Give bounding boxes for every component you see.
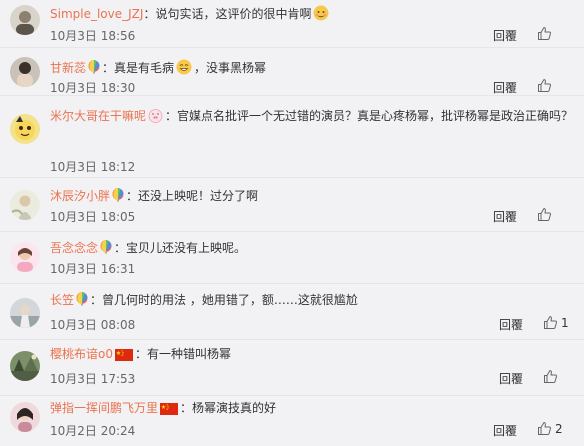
comment-content: 弹指一挥间鹏飞万里 ：杨幂演技真的好 bbox=[50, 398, 576, 421]
comment-text: ：说句实话，这评价的很中肯啊 bbox=[143, 7, 312, 21]
like-button[interactable]: 1 bbox=[543, 315, 569, 330]
comment-time: 10月3日 18:12 bbox=[50, 160, 136, 174]
username-link[interactable]: Simple_love_JZJ bbox=[50, 7, 143, 21]
comment-content: 樱桃布谙o0 ：有一种错叫杨幂 bbox=[50, 344, 576, 367]
comment-time: 10月3日 18:05 bbox=[50, 210, 136, 224]
comment-item: 沐辰汐小胖 ：还没上映呢！过分了啊 10月3日 18:05 回覆 bbox=[0, 178, 584, 232]
rainbow-balloon-icon bbox=[112, 188, 124, 209]
avatar[interactable] bbox=[10, 114, 40, 144]
like-button[interactable]: 2 bbox=[537, 421, 563, 436]
avatar[interactable] bbox=[10, 57, 40, 87]
username-link[interactable]: 沐辰汐小胖 bbox=[50, 189, 110, 203]
avatar[interactable] bbox=[10, 351, 40, 381]
reply-button[interactable]: 回覆 bbox=[493, 79, 517, 96]
avatar[interactable] bbox=[10, 242, 40, 272]
avatar[interactable] bbox=[10, 298, 40, 328]
comment-time: 10月3日 08:08 bbox=[50, 318, 136, 332]
like-button[interactable] bbox=[537, 78, 555, 93]
comment-content: 沐辰汐小胖 ：还没上映呢！过分了啊 bbox=[50, 186, 576, 209]
thumbs-up-icon bbox=[544, 316, 557, 329]
avatar[interactable] bbox=[10, 190, 40, 220]
like-count: 2 bbox=[555, 422, 563, 436]
comment-text: ：杨幂演技真的好 bbox=[180, 401, 277, 415]
comment-text: ：曾几何时的用法 ，她用错了，额……这就很尴尬 bbox=[90, 293, 358, 307]
like-button[interactable] bbox=[537, 207, 555, 222]
comment-item: 弹指一挥间鹏飞万里 ：杨幂演技真的好 10月2日 20:24 回覆 2 bbox=[0, 396, 584, 446]
username-link[interactable]: 樱桃布谙o0 bbox=[50, 347, 113, 361]
comment-content: Simple_love_JZJ：说句实话，这评价的很中肯啊 bbox=[50, 4, 576, 27]
comment-time: 10月3日 17:53 bbox=[50, 372, 136, 386]
avatar[interactable] bbox=[10, 402, 40, 432]
comment-text: ：官媒点名批评一个无过错的演员？真是心疼杨幂，批评杨幂是政治正确吗？ bbox=[165, 109, 574, 123]
shy-face-emoji bbox=[313, 5, 329, 27]
reply-button[interactable]: 回覆 bbox=[493, 208, 517, 225]
comment-content: 吾念念念 ：宝贝儿还没有上映呢。 bbox=[50, 238, 576, 261]
thumbs-up-icon bbox=[538, 79, 551, 92]
comment-time: 10月3日 16:31 bbox=[50, 262, 136, 276]
comment-time: 10月3日 18:56 bbox=[50, 29, 136, 43]
reply-button[interactable]: 回覆 bbox=[493, 422, 517, 439]
thumbs-up-icon bbox=[538, 422, 551, 435]
china-flag-icon bbox=[160, 401, 179, 421]
reply-button[interactable]: 回覆 bbox=[493, 27, 517, 44]
comment-list: Simple_love_JZJ：说句实话，这评价的很中肯啊 10月3日 18:5… bbox=[0, 0, 584, 446]
comment-content: 长笠 ：曾几何时的用法 ，她用错了，额……这就很尴尬 bbox=[50, 290, 576, 313]
comment-item: 米尔大哥在干嘛呢 ：官媒点名批评一个无过错的演员？真是心疼杨幂，批评杨幂是政治正确… bbox=[0, 96, 584, 178]
thumbs-up-icon bbox=[538, 208, 551, 221]
like-count: 1 bbox=[561, 316, 569, 330]
comment-content: 甘新蕊 ：真是有毛病 ，没事黑杨幂 bbox=[50, 58, 576, 81]
comment-text: ：真是有毛病 bbox=[102, 61, 175, 75]
thumbs-up-icon bbox=[538, 27, 551, 40]
grin-face-emoji bbox=[176, 59, 192, 81]
rainbow-balloon-icon bbox=[88, 60, 100, 81]
comment-item: 甘新蕊 ：真是有毛病 ，没事黑杨幂 10月3日 18:30 回覆 bbox=[0, 48, 584, 96]
reply-button[interactable]: 回覆 bbox=[499, 370, 523, 387]
like-button[interactable] bbox=[537, 26, 555, 41]
username-link[interactable]: 弹指一挥间鹏飞万里 bbox=[50, 401, 158, 415]
comment-text: ：有一种错叫杨幂 bbox=[134, 347, 231, 361]
comment-text: ：还没上映呢！过分了啊 bbox=[126, 189, 259, 203]
username-link[interactable]: 米尔大哥在干嘛呢 bbox=[50, 109, 146, 123]
pig-icon bbox=[148, 108, 163, 129]
comment-time: 10月2日 20:24 bbox=[50, 424, 136, 438]
comment-text: ：宝贝儿还没有上映呢。 bbox=[114, 241, 247, 255]
comment-text-continued: ，没事黑杨幂 bbox=[194, 61, 267, 75]
like-button[interactable] bbox=[543, 369, 561, 384]
username-link[interactable]: 长笠 bbox=[50, 293, 74, 307]
comment-item: 长笠 ：曾几何时的用法 ，她用错了，额……这就很尴尬 10月3日 08:08 回覆… bbox=[0, 284, 584, 340]
thumbs-up-icon bbox=[544, 370, 557, 383]
rainbow-balloon-icon bbox=[76, 292, 88, 313]
comment-item: 樱桃布谙o0 ：有一种错叫杨幂 10月3日 17:53 回覆 bbox=[0, 340, 584, 396]
username-link[interactable]: 甘新蕊 bbox=[50, 61, 86, 75]
comment-item: 吾念念念 ：宝贝儿还没有上映呢。 10月3日 16:31 bbox=[0, 232, 584, 284]
comment-time: 10月3日 18:30 bbox=[50, 81, 136, 95]
reply-button[interactable]: 回覆 bbox=[499, 316, 523, 333]
comment-content: 米尔大哥在干嘛呢 ：官媒点名批评一个无过错的演员？真是心疼杨幂，批评杨幂是政治正确… bbox=[50, 106, 580, 129]
china-flag-icon bbox=[114, 347, 133, 367]
comment-item: Simple_love_JZJ：说句实话，这评价的很中肯啊 10月3日 18:5… bbox=[0, 0, 584, 48]
rainbow-balloon-icon bbox=[100, 240, 112, 261]
username-link[interactable]: 吾念念念 bbox=[50, 241, 98, 255]
avatar[interactable] bbox=[10, 5, 40, 35]
